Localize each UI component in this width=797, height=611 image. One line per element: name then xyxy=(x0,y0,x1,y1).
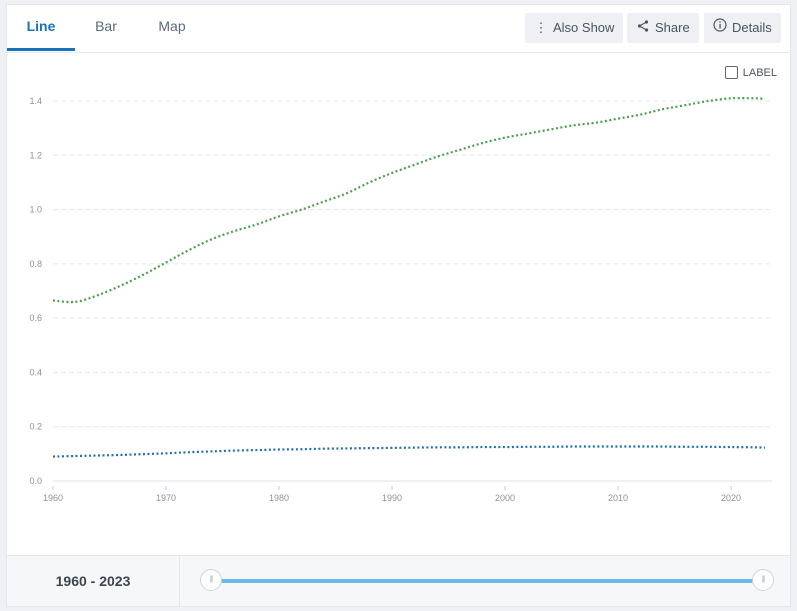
range-end-handle[interactable]: ||| xyxy=(752,569,774,591)
y-tick-label: 1.0 xyxy=(29,205,42,215)
x-tick-label: 2010 xyxy=(608,493,628,503)
year-range-label: 1960 - 2023 xyxy=(7,556,180,606)
series-line-2 xyxy=(52,445,765,458)
x-tick-label: 2020 xyxy=(721,493,741,503)
x-tick-label: 1980 xyxy=(269,493,289,503)
x-tick-label: 1990 xyxy=(382,493,402,503)
x-tick-label: 2000 xyxy=(495,493,515,503)
x-tick-label: 1960 xyxy=(43,493,63,503)
range-footer: 1960 - 2023 ||| ||| xyxy=(7,555,790,606)
y-tick-label: 1.4 xyxy=(29,96,42,106)
y-tick-label: 0.0 xyxy=(29,476,42,486)
y-tick-label: 1.2 xyxy=(29,150,42,160)
y-tick-label: 0.4 xyxy=(29,367,42,377)
line-chart: 0.0 0.2 0.4 0.6 0.8 1.0 1.2 1.4 1960 1970 1980 199… xyxy=(29,96,772,503)
y-tick-label: 0.6 xyxy=(29,313,42,323)
range-start-handle[interactable]: ||| xyxy=(200,569,222,591)
year-range-slider[interactable] xyxy=(212,579,764,583)
series-line-1 xyxy=(52,96,765,304)
chart-panel: Line Bar Map ⋮ Also Show Share Details LA… xyxy=(6,4,791,607)
x-tick-label: 1970 xyxy=(156,493,176,503)
y-tick-label: 0.2 xyxy=(29,422,42,432)
y-tick-label: 0.8 xyxy=(29,259,42,269)
